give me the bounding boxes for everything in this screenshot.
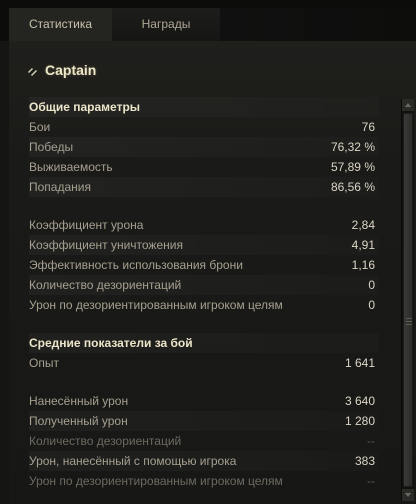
tab-awards[interactable]: Награды bbox=[112, 8, 220, 41]
stat-row-hits: Попадания 86,56 % bbox=[29, 177, 379, 197]
stat-value: 2,84 bbox=[351, 218, 375, 232]
stat-label: Полученный урон bbox=[29, 414, 128, 428]
tab-statistics[interactable]: Статистика bbox=[9, 8, 112, 41]
stat-value: 76 bbox=[361, 120, 375, 134]
section-title-average: Средние показатели за бой bbox=[29, 333, 379, 353]
stat-value: 1 280 bbox=[344, 414, 375, 428]
stat-label: Урон, нанесённый с помощью игрока bbox=[29, 454, 237, 468]
stat-label: Урон по дезориентированным игроком целям bbox=[29, 298, 283, 312]
stats-list: Общие параметры Бои 76 Победы 76,32 % Вы… bbox=[29, 97, 379, 491]
stat-value: 76,32 % bbox=[330, 140, 375, 154]
scrollbar[interactable] bbox=[401, 99, 414, 501]
stat-label: Коэффициент уничтожения bbox=[29, 238, 183, 252]
stat-row-damage-ratio: Коэффициент урона 2,84 bbox=[29, 215, 379, 235]
stat-row-victories: Победы 76,32 % bbox=[29, 137, 379, 157]
stat-row-stuns-avg: Количество дезориентаций -- bbox=[29, 431, 379, 451]
row-spacer bbox=[29, 197, 379, 215]
stat-label: Победы bbox=[29, 140, 74, 154]
stat-value: 0 bbox=[368, 278, 375, 292]
row-spacer bbox=[29, 315, 379, 333]
stat-label: Бои bbox=[29, 120, 51, 134]
stat-value: 1,16 bbox=[351, 258, 375, 272]
stat-value: 57,89 % bbox=[330, 160, 375, 174]
section-title: Средние показатели за бой bbox=[29, 336, 193, 350]
section-title: Общие параметры bbox=[29, 100, 141, 114]
scrollbar-thumb[interactable] bbox=[403, 113, 413, 487]
stat-value: 4,91 bbox=[351, 238, 375, 252]
stat-value: 3 640 bbox=[344, 394, 375, 408]
stat-value: -- bbox=[367, 434, 375, 448]
statistics-panel: Captain Общие параметры Бои 76 Победы 76… bbox=[9, 41, 416, 504]
stat-label: Попадания bbox=[29, 180, 91, 194]
stat-row-damage-received: Полученный урон 1 280 bbox=[29, 411, 379, 431]
stat-row-assist-damage: Урон, нанесённый с помощью игрока 383 bbox=[29, 451, 379, 471]
scroll-up-icon[interactable] bbox=[402, 99, 414, 111]
stat-label: Выживаемость bbox=[29, 160, 113, 174]
stat-value: 383 bbox=[354, 454, 375, 468]
stat-row-armor-efficiency: Эффективность использования брони 1,16 bbox=[29, 255, 379, 275]
stat-row-battles: Бои 76 bbox=[29, 117, 379, 137]
stat-label: Опыт bbox=[29, 356, 59, 370]
stat-row-damage-dealt: Нанесённый урон 3 640 bbox=[29, 391, 379, 411]
stat-value: 0 bbox=[368, 298, 375, 312]
row-spacer bbox=[29, 373, 379, 391]
stat-row-stun-damage: Урон по дезориентированным игроком целям… bbox=[29, 295, 379, 315]
stat-label: Эффективность использования брони bbox=[29, 258, 243, 272]
tab-bar: Статистика Награды bbox=[0, 0, 416, 41]
stat-row-survival: Выживаемость 57,89 % bbox=[29, 157, 379, 177]
stat-row-stuns: Количество дезориентаций 0 bbox=[29, 275, 379, 295]
stat-value: 1 641 bbox=[344, 356, 375, 370]
section-title-general: Общие параметры bbox=[29, 97, 379, 117]
light-tank-icon bbox=[28, 68, 37, 76]
scroll-down-icon[interactable] bbox=[402, 489, 414, 501]
stat-value: -- bbox=[367, 474, 375, 488]
stat-label: Коэффициент урона bbox=[29, 218, 144, 232]
stat-row-stun-damage-avg: Урон по дезориентированным игроком целям… bbox=[29, 471, 379, 491]
grip-icon bbox=[406, 318, 412, 326]
stat-row-kill-ratio: Коэффициент уничтожения 4,91 bbox=[29, 235, 379, 255]
stat-value: 86,56 % bbox=[330, 180, 375, 194]
stat-label: Нанесённый урон bbox=[29, 394, 129, 408]
stat-row-experience: Опыт 1 641 bbox=[29, 353, 379, 373]
tab-bar-filler bbox=[220, 8, 416, 41]
stat-label: Урон по дезориентированным игроком целям bbox=[29, 474, 283, 488]
vehicle-name: Captain bbox=[45, 62, 97, 78]
stat-label: Количество дезориентаций bbox=[29, 278, 182, 292]
stat-label: Количество дезориентаций bbox=[29, 434, 182, 448]
